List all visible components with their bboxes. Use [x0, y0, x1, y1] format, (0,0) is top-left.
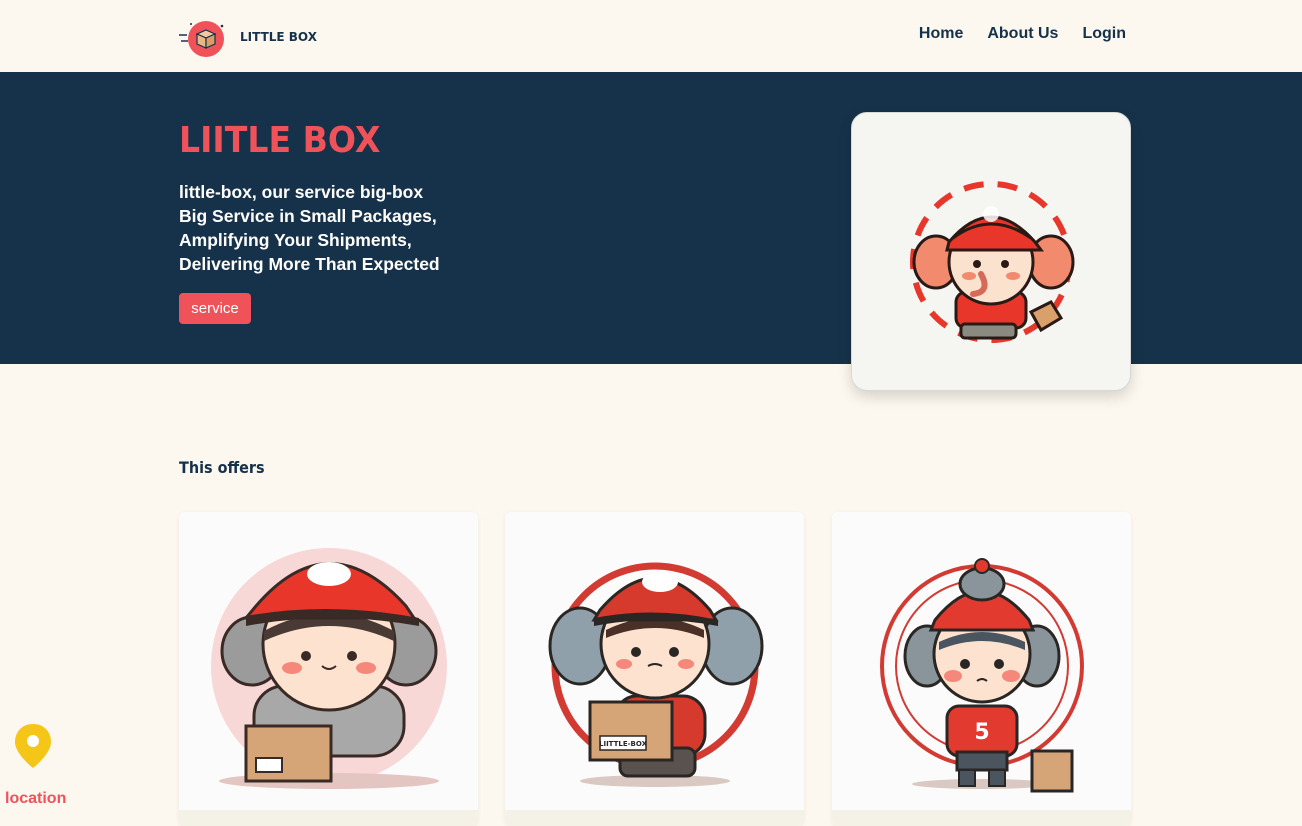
location-label: location — [5, 790, 67, 807]
offer-card-image — [179, 512, 478, 810]
map-pin-icon — [15, 724, 51, 768]
offer-card-footer — [179, 810, 478, 826]
offer-card[interactable]: LIITTLE-BOX — [505, 512, 804, 826]
offer-card-footer — [505, 810, 804, 826]
hero-line: Delivering More Than Expected — [179, 254, 440, 274]
nav-links: Home About Us Login — [919, 25, 1126, 43]
shirt-number: 5 — [974, 720, 989, 745]
hero-line: Big Service in Small Packages, — [179, 206, 437, 226]
offer-card-footer — [832, 810, 1131, 826]
mascot-running-with-box-icon — [910, 180, 1075, 343]
hero-mascot-card — [851, 112, 1131, 391]
offer-card-image: 5 — [832, 512, 1131, 810]
top-navbar: LITTLE BOX Home About Us Login — [0, 0, 1302, 72]
brand[interactable]: LITTLE BOX — [179, 17, 317, 57]
hero-line: Amplifying Your Shipments, — [179, 230, 412, 250]
offer-card[interactable]: 5 — [832, 512, 1131, 826]
box-label: LIITTLE-BOX — [599, 740, 648, 748]
nav-home-link[interactable]: Home — [919, 25, 963, 43]
hero-tagline: little-box, our service big-box Big Serv… — [179, 180, 440, 276]
offer-card[interactable] — [179, 512, 478, 826]
offer-card-image: LIITTLE-BOX — [505, 512, 804, 810]
hero-title: LIITLE BOX — [179, 120, 381, 161]
mascot-walking-with-box-icon: LIITTLE-BOX — [548, 562, 763, 787]
nav-login-link[interactable]: Login — [1082, 25, 1126, 43]
logo-icon — [179, 17, 227, 57]
offers-heading: This offers — [179, 458, 265, 477]
brand-name: LITTLE BOX — [240, 30, 317, 44]
nav-about-link[interactable]: About Us — [987, 25, 1058, 43]
mascot-standing-number-five-icon: 5 — [879, 558, 1084, 793]
hero-line: little-box, our service big-box — [179, 182, 424, 202]
mascot-kneeling-with-box-icon — [210, 548, 447, 789]
service-button[interactable]: service — [179, 293, 251, 324]
